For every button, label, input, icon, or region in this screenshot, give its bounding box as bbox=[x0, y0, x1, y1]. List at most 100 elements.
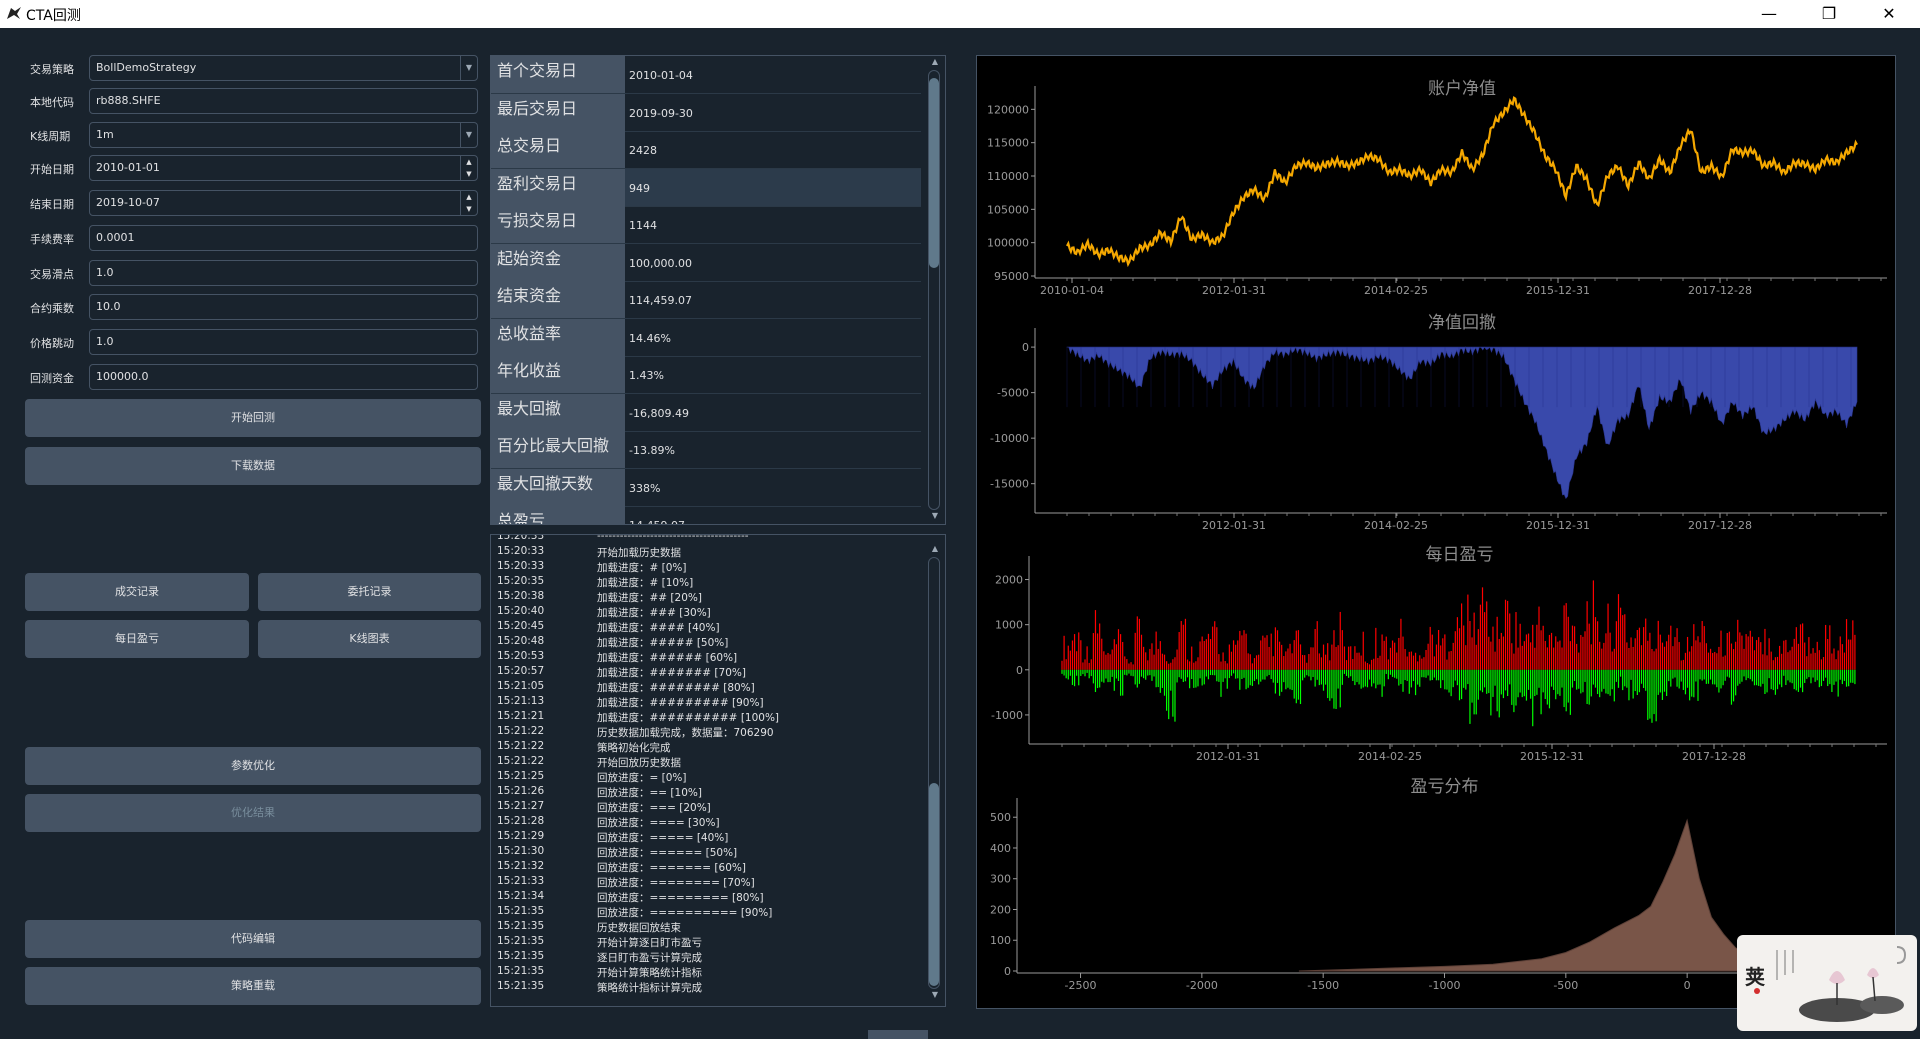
stat-value: 114,459.07 bbox=[629, 294, 692, 307]
table-row[interactable]: 百分比最大回撤 -13.89% bbox=[491, 431, 921, 469]
scroll-thumb[interactable] bbox=[929, 78, 939, 268]
log-message: 加载进度：###### [60%] bbox=[597, 652, 738, 664]
log-time: 15:21:33 bbox=[497, 875, 545, 887]
log-time: 15:20:53 bbox=[497, 650, 545, 662]
date-field[interactable]: 2010-01-01 ▲ ▼ bbox=[89, 155, 478, 181]
brand-logo: 荚 bbox=[1737, 935, 1917, 1031]
scroll-down-arrow-icon[interactable]: ▼ bbox=[928, 990, 942, 1002]
balance-line bbox=[1066, 95, 1858, 268]
table-row[interactable]: 最后交易日 2019-09-30 bbox=[491, 93, 921, 132]
log-message: 回放进度：=== [20%] bbox=[597, 802, 711, 814]
form-row: 手续费率 0.0001 bbox=[24, 225, 480, 253]
form-label: 交易滑点 bbox=[30, 268, 74, 281]
start-backtest-button[interactable]: 开始回测 bbox=[25, 399, 481, 437]
log-message: 加载进度：######## [80%] bbox=[597, 682, 755, 694]
combo-box[interactable]: BollDemoStrategy ▼ bbox=[89, 55, 478, 81]
statistics-scrollbar[interactable]: ▲ ▼ bbox=[925, 56, 945, 524]
spin-up-icon[interactable]: ▲ bbox=[461, 191, 477, 203]
y-tick-label: 500 bbox=[990, 811, 1011, 824]
stat-value: 2428 bbox=[629, 144, 657, 157]
log-time: 15:21:35 bbox=[497, 965, 545, 977]
table-row[interactable]: 结束资金 114,459.07 bbox=[491, 281, 921, 319]
log-time: 15:21:34 bbox=[497, 890, 545, 902]
scroll-thumb[interactable] bbox=[929, 783, 939, 986]
log-time: 15:21:30 bbox=[497, 845, 545, 857]
order-records-button[interactable]: 委托记录 bbox=[258, 573, 481, 611]
scroll-up-arrow-icon[interactable]: ▲ bbox=[928, 544, 942, 556]
minimize-button[interactable]: — bbox=[1746, 0, 1792, 28]
spin-down-icon[interactable]: ▼ bbox=[461, 203, 477, 215]
date-spinner[interactable]: ▲ ▼ bbox=[460, 156, 477, 180]
chevron-down-icon[interactable]: ▼ bbox=[460, 56, 477, 80]
form-row: K线周期 1m ▼ bbox=[24, 122, 480, 150]
text-field[interactable]: rb888.SHFE bbox=[89, 88, 478, 114]
field-value: 1.0 bbox=[96, 335, 114, 348]
chevron-down-icon[interactable]: ▼ bbox=[460, 123, 477, 147]
log-time: 15:21:35 bbox=[497, 950, 545, 962]
table-row[interactable]: 首个交易日 2010-01-04 bbox=[491, 56, 921, 94]
log-output[interactable]: 15:20:33 --------------------------------… bbox=[490, 534, 946, 1007]
text-field[interactable]: 1.0 bbox=[89, 329, 478, 355]
date-spinner[interactable]: ▲ ▼ bbox=[460, 191, 477, 215]
x-tick-label: -500 bbox=[1553, 979, 1578, 992]
x-tick-label: 2017-12-28 bbox=[1682, 750, 1746, 763]
text-field[interactable]: 100000.0 bbox=[89, 364, 478, 390]
log-message: 策略统计指标计算完成 bbox=[597, 982, 702, 994]
table-row[interactable]: 亏损交易日 1144 bbox=[491, 206, 921, 244]
text-field[interactable]: 1.0 bbox=[89, 260, 478, 286]
combo-box[interactable]: 1m ▼ bbox=[89, 122, 478, 148]
log-message: 回放进度：======== [70%] bbox=[597, 877, 755, 889]
code-edit-button[interactable]: 代码编辑 bbox=[25, 920, 481, 958]
table-row[interactable]: 总交易日 2428 bbox=[491, 131, 921, 169]
table-row[interactable]: 年化收益 1.43% bbox=[491, 356, 921, 394]
form-row: 交易策略 BollDemoStrategy ▼ bbox=[24, 55, 480, 83]
x-tick-label: -2500 bbox=[1065, 979, 1097, 992]
stat-key: 最后交易日 bbox=[491, 93, 625, 131]
scroll-down-arrow-icon[interactable]: ▼ bbox=[928, 511, 942, 523]
y-tick-label: 200 bbox=[990, 903, 1011, 916]
app-logo-icon bbox=[7, 7, 21, 19]
table-row[interactable]: 总盈亏14,459.07 bbox=[491, 506, 921, 524]
log-message: 加载进度：# [10%] bbox=[597, 577, 694, 589]
log-time: 15:21:13 bbox=[497, 695, 545, 707]
x-tick-label: 2014-02-25 bbox=[1364, 284, 1428, 297]
stat-value: 338% bbox=[629, 481, 661, 495]
stat-value: -16,809.49 bbox=[629, 406, 689, 420]
field-value: 0.0001 bbox=[96, 231, 135, 244]
download-data-button[interactable]: 下载数据 bbox=[25, 447, 481, 485]
date-field[interactable]: 2019-10-07 ▲ ▼ bbox=[89, 190, 478, 216]
scroll-up-arrow-icon[interactable]: ▲ bbox=[928, 57, 942, 69]
y-tick-label: 105000 bbox=[987, 203, 1029, 216]
restore-button[interactable]: ❐ bbox=[1806, 0, 1852, 28]
log-scrollbar[interactable]: ▲ ▼ bbox=[925, 535, 945, 1006]
x-tick-label: 2015-12-31 bbox=[1520, 750, 1584, 763]
kline-chart-button[interactable]: K线图表 bbox=[258, 620, 481, 658]
daily-pnl-button[interactable]: 每日盈亏 bbox=[25, 620, 249, 658]
x-tick-label: -1000 bbox=[1429, 979, 1461, 992]
text-field[interactable]: 0.0001 bbox=[89, 225, 478, 251]
spin-down-icon[interactable]: ▼ bbox=[461, 168, 477, 180]
spin-up-icon[interactable]: ▲ bbox=[461, 156, 477, 168]
form-label: 手续费率 bbox=[30, 233, 74, 246]
optimize-result-button[interactable]: 优化结果 bbox=[25, 794, 481, 832]
y-tick-label: 110000 bbox=[987, 170, 1029, 183]
trade-records-button[interactable]: 成交记录 bbox=[25, 573, 249, 611]
log-message: 逐日盯市盈亏计算完成 bbox=[597, 952, 702, 964]
resize-grip[interactable] bbox=[868, 1030, 928, 1039]
stat-key: 总盈亏 bbox=[491, 506, 625, 524]
log-message: 加载进度：####### [70%] bbox=[597, 667, 746, 679]
log-message: 加载进度：#### [40%] bbox=[597, 622, 720, 634]
table-row[interactable]: 盈利交易日 949 bbox=[491, 168, 921, 207]
text-field[interactable]: 10.0 bbox=[89, 294, 478, 320]
field-value: 1.0 bbox=[96, 266, 114, 279]
table-row[interactable]: 最大回撤天数 338% bbox=[491, 468, 921, 507]
table-row[interactable]: 总收益率 14.46% bbox=[491, 318, 921, 357]
y-tick-label: 2000 bbox=[995, 574, 1023, 587]
strategy-reload-button[interactable]: 策略重载 bbox=[25, 967, 481, 1005]
close-button[interactable]: ✕ bbox=[1866, 0, 1912, 28]
table-row[interactable]: 最大回撤 -16,809.49 bbox=[491, 393, 921, 432]
param-optimize-button[interactable]: 参数优化 bbox=[25, 747, 481, 785]
table-row[interactable]: 起始资金 100,000.00 bbox=[491, 243, 921, 282]
log-time: 15:21:25 bbox=[497, 770, 545, 782]
stat-key: 总交易日 bbox=[491, 131, 625, 168]
